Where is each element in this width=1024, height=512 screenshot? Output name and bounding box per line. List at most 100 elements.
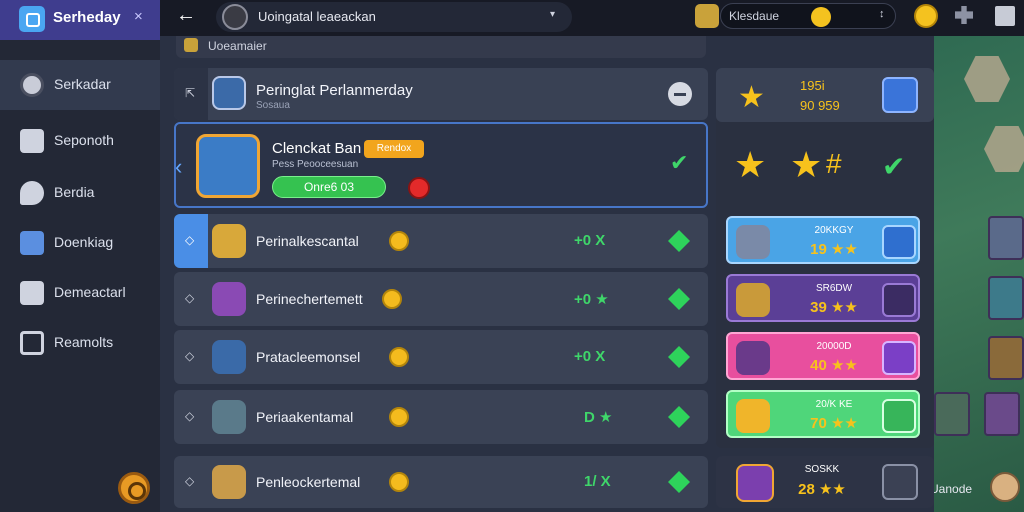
featured-avatar <box>196 134 260 198</box>
player-selector[interactable]: Uoingatal leaeackan ▾ <box>216 2 572 32</box>
sidebar-item-label: Doenkiag <box>54 234 114 250</box>
coin-icon <box>389 231 409 251</box>
row-nav: ◇ <box>174 456 208 508</box>
hex-tile <box>984 126 1024 172</box>
reward-name: SR6DW <box>815 283 853 294</box>
collapse-icon[interactable] <box>668 82 692 106</box>
coin-icon <box>389 407 409 427</box>
chat-icon <box>20 181 44 205</box>
star-icon: ★ <box>738 81 765 114</box>
featured-title: Clenckat Ban <box>272 140 362 157</box>
reward-name: 20KKGY <box>814 225 854 236</box>
row-nav: ◇ <box>174 390 208 444</box>
section-label-text: Uoeamaier <box>208 39 267 53</box>
reward-button[interactable] <box>882 464 918 500</box>
sidebar-item-serkadar[interactable]: Serkadar <box>0 60 160 110</box>
inbox-icon <box>20 129 44 153</box>
reward-icon <box>736 464 774 502</box>
puzzle-icon[interactable] <box>955 6 973 24</box>
sidebar-title: Serheday <box>53 9 121 26</box>
smiley-icon <box>811 7 831 27</box>
row-score: +0 X <box>574 348 606 365</box>
clan-emblem-icon[interactable] <box>695 4 719 28</box>
reward-button[interactable] <box>882 225 916 259</box>
gear-icon[interactable] <box>118 472 150 504</box>
gem-icon[interactable] <box>668 406 690 428</box>
row-score: D ★ <box>584 409 613 426</box>
star-icon: ★ <box>734 144 767 185</box>
row-name: Penleockertemal <box>256 474 361 490</box>
reward-button[interactable] <box>882 341 916 375</box>
featured-subtitle: Pess Peooceesuan <box>272 159 359 170</box>
row-nav: ◇ <box>174 214 208 268</box>
alert-icon[interactable] <box>408 177 430 199</box>
reward-card[interactable]: 20000D 40 ★★ <box>726 332 920 380</box>
row-avatar <box>212 224 246 258</box>
check-icon[interactable]: ✔ <box>670 150 688 176</box>
row-name: Perinalkescantal <box>256 233 359 249</box>
reward-card[interactable]: 20/K KE 70 ★★ <box>726 390 920 438</box>
reward-button[interactable] <box>882 399 916 433</box>
star-icon: ★ <box>790 144 823 185</box>
close-icon[interactable]: × <box>134 8 143 25</box>
reward-value: 70 ★★ <box>810 415 858 432</box>
list-item[interactable]: ◇ Pratacleemonsel +0 X <box>174 330 708 384</box>
header-row[interactable]: ⇱ Peringlat Perlanmerday Sosaua <box>174 68 708 120</box>
row-name: Perinechertemett <box>256 291 363 307</box>
hash-icon: # <box>826 148 842 179</box>
row-score: +0 ★ <box>574 291 609 308</box>
rewards-action-button[interactable] <box>882 77 918 113</box>
coin-icon <box>382 289 402 309</box>
row-score: +0 X <box>574 232 606 249</box>
sidebar-item-demeactarl[interactable]: Demeactarl <box>0 268 160 318</box>
header-avatar <box>212 76 246 110</box>
sidebar-item-label: Seponoth <box>54 132 114 148</box>
sidebar-item-doenkiag[interactable]: Doenkiag <box>0 218 160 268</box>
reward-name: 20000D <box>816 341 852 352</box>
reward-button[interactable] <box>882 283 916 317</box>
player-avatar <box>222 4 248 30</box>
map-tile <box>988 276 1024 320</box>
star-rating: ★ ★ # ✔ <box>726 140 926 196</box>
player-name: Uoingatal leaeackan <box>258 9 376 24</box>
gem-icon[interactable] <box>668 346 690 368</box>
top-bar: ← Uoingatal leaeackan ▾ Klesdaue ↕ <box>160 0 1024 36</box>
featured-badge: Rendox <box>364 140 424 158</box>
sidebar-item-label: Demeactarl <box>54 284 126 300</box>
gem-icon[interactable] <box>668 288 690 310</box>
diamond-icon: ◇ <box>185 349 195 363</box>
sidebar-item-seponoth[interactable]: Seponoth <box>0 116 160 166</box>
coin-icon[interactable] <box>914 4 938 28</box>
diamond-icon: ◇ <box>185 291 195 305</box>
search-text: Klesdaue <box>729 9 780 23</box>
sidebar-header: Serheday × <box>0 0 160 40</box>
gem-icon[interactable] <box>668 230 690 252</box>
gem-icon[interactable] <box>668 471 690 493</box>
list-item[interactable]: ◇ Perinechertemett +0 ★ <box>174 272 708 326</box>
search-input[interactable]: Klesdaue ↕ <box>720 3 896 29</box>
box-icon[interactable] <box>995 6 1015 26</box>
sidebar-item-label: Reamolts <box>54 334 114 350</box>
list-item[interactable]: ◇ Perinalkescantal +0 X <box>174 214 708 268</box>
featured-action-button[interactable]: Onre6 03 <box>272 176 386 198</box>
featured-card[interactable]: ‹ Clenckat Ban Rendox Pess Peooceesuan O… <box>174 122 708 208</box>
sidebar-item-label: Berdia <box>54 184 95 200</box>
sidebar-item-berdia[interactable]: Berdia <box>0 168 160 218</box>
avatar[interactable] <box>990 472 1020 502</box>
sort-icon[interactable]: ↕ <box>879 8 885 20</box>
chevron-left-icon[interactable]: ‹ <box>175 154 182 180</box>
app-logo-icon <box>19 6 45 32</box>
reward-card-footer[interactable]: SOSKK 28 ★★ <box>716 456 934 508</box>
list-item[interactable]: ◇ Periaakentamal D ★ <box>174 390 708 444</box>
row-nav: ◇ <box>174 272 208 326</box>
back-arrow-icon[interactable]: ← <box>176 4 196 27</box>
bg-caption: Uanode <box>930 482 973 496</box>
check-icon[interactable]: ✔ <box>882 150 905 183</box>
reward-card[interactable]: SR6DW 39 ★★ <box>726 274 920 322</box>
rewards-points: 90 959 <box>800 98 840 113</box>
row-score: 1/ X <box>584 473 611 490</box>
list-item[interactable]: ◇ Penleockertemal 1/ X <box>174 456 708 508</box>
reward-card[interactable]: 20KKGY 19 ★★ <box>726 216 920 264</box>
flag-icon <box>20 231 44 255</box>
sidebar-item-reamolts[interactable]: Reamolts <box>0 318 160 368</box>
